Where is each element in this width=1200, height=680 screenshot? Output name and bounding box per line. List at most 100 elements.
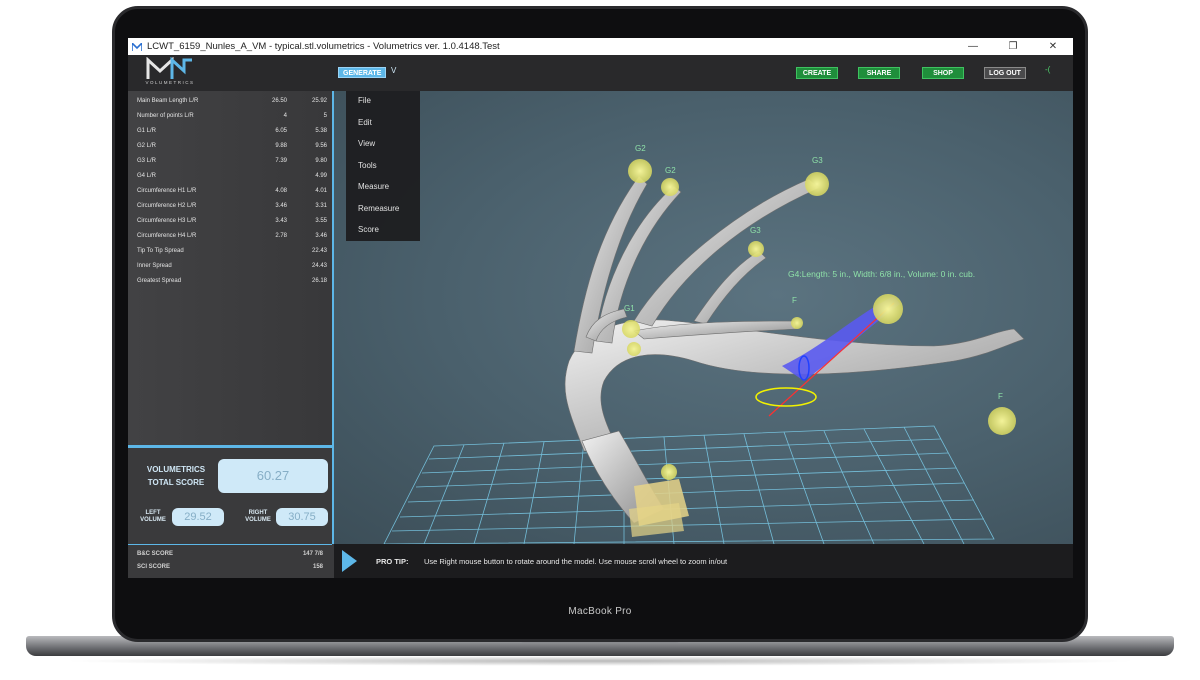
measurement-left: 7.39 (275, 158, 287, 164)
measurement-left: 6.05 (275, 128, 287, 134)
measurements-panel: Main Beam Length L/R 26.50 25.92 Number … (128, 91, 332, 446)
right-volume-label: RIGHT VOLUME (242, 510, 274, 524)
laptop-frame: MacBook Pro LCWT_6159_Nunles_A_VM - typi… (0, 0, 1200, 680)
menu-item-file[interactable]: File (358, 96, 371, 105)
close-icon[interactable]: ✕ (1033, 38, 1073, 55)
measurement-row: Circumference H1 L/R 4.08 4.01 (137, 184, 327, 199)
create-button[interactable]: CREATE (796, 67, 838, 79)
measurement-right: 3.46 (315, 233, 327, 239)
right-volume-value: 30.75 (276, 508, 328, 526)
measurement-row: G2 L/R 9.88 9.56 (137, 139, 327, 154)
pro-tip-bar: PRO TIP: Use Right mouse button to rotat… (334, 544, 1073, 578)
total-score-title-line1: VOLUMETRICS (146, 465, 206, 474)
measurement-row: Circumference H2 L/R 3.46 3.31 (137, 199, 327, 214)
point-label-f1: F (792, 296, 797, 305)
point-label-g2a: G2 (635, 144, 646, 153)
spread-label: Inner Spread (137, 263, 172, 269)
point-label-f2: F (998, 392, 1003, 401)
measurement-left: 3.43 (275, 218, 287, 224)
measurement-left: 2.78 (275, 233, 287, 239)
other-score-value: 147 7/8 (302, 551, 323, 557)
device-brand-label: MacBook Pro (568, 606, 632, 617)
menu-item-view[interactable]: View (358, 139, 375, 148)
generate-button[interactable]: GENERATE (338, 67, 387, 78)
measurement-right: 25.92 (311, 98, 327, 104)
restore-icon[interactable]: ❐ (993, 38, 1033, 55)
measurement-right: 4.99 (315, 173, 327, 179)
measurement-right: 5 (323, 113, 327, 119)
score-panel: VOLUMETRICS TOTAL SCORE 60.27 LEFT VOLUM… (128, 449, 332, 544)
measurement-label: Circumference H2 L/R (137, 203, 197, 209)
measurement-label: Main Beam Length L/R (137, 98, 199, 104)
left-volume-label: LEFT VOLUME (138, 510, 168, 524)
spread-label: Tip To Tip Spread (137, 248, 184, 254)
left-volume-value: 29.52 (172, 508, 224, 526)
app-toolbar: VOLUMETRICS GENERATE V CREATE SHARE SHOP… (128, 55, 1073, 91)
measurement-row: G1 L/R 6.05 5.38 (137, 124, 327, 139)
point-label-g2b: G2 (665, 166, 676, 175)
other-score-row: B&C SCORE 147 7/8 (137, 551, 323, 557)
spread-value: 24.43 (311, 263, 327, 269)
point-label-g3b: G3 (750, 226, 761, 235)
share-button[interactable]: SHARE (858, 67, 900, 79)
left-volume-label-line2: VOLUME (140, 517, 166, 523)
measurement-label: G3 L/R (137, 158, 157, 164)
other-scores-panel: B&C SCORE 147 7/8 SCI SCORE 158 (128, 544, 332, 578)
pro-tip-label: PRO TIP: (376, 557, 409, 566)
other-score-label: SCI SCORE (137, 564, 171, 570)
minimize-icon[interactable]: — (953, 38, 993, 55)
chevron-down-icon[interactable]: V (391, 66, 396, 75)
menu-item-remeasure[interactable]: Remeasure (358, 204, 399, 213)
measurement-row: G4 L/R 4.99 (137, 169, 327, 184)
logout-button[interactable]: LOG OUT (984, 67, 1026, 79)
menu-item-tools[interactable]: Tools (358, 161, 377, 170)
measurement-label: G4 L/R (137, 173, 157, 179)
point-label-g3a: G3 (812, 156, 823, 165)
3d-viewport[interactable]: G2 G2 G3 G3 G1 F F G4:Length: 5 in., Wid… (334, 91, 1073, 544)
screen-bezel-bottom (128, 578, 1073, 598)
spread-row: Inner Spread 24.43 (137, 259, 327, 274)
laptop-shadow (60, 656, 1140, 666)
point-label-g1: G1 (624, 304, 635, 313)
spread-label: Greatest Spread (137, 278, 182, 284)
measurement-row: Number of points L/R 4 5 (137, 109, 327, 124)
window-title: LCWT_6159_Nunles_A_VM - typical.stl.volu… (147, 41, 500, 52)
left-volume-label-line1: LEFT (145, 510, 161, 516)
spread-value: 26.18 (311, 278, 327, 284)
menu-item-score[interactable]: Score (358, 225, 379, 234)
app-screen: LCWT_6159_Nunles_A_VM - typical.stl.volu… (128, 38, 1073, 598)
menu-item-edit[interactable]: Edit (358, 118, 372, 127)
score-divider (128, 445, 332, 448)
menu-item-measure[interactable]: Measure (358, 182, 389, 191)
point-markers[interactable] (622, 159, 1016, 480)
measurement-label: Circumference H1 L/R (137, 188, 197, 194)
status-mark: -( (1045, 65, 1051, 74)
window-titlebar: LCWT_6159_Nunles_A_VM - typical.stl.volu… (128, 38, 1073, 55)
measurement-row: Circumference H4 L/R 2.78 3.46 (137, 229, 327, 244)
measurement-right: 9.80 (315, 158, 327, 164)
measurement-left: 26.50 (271, 98, 287, 104)
spread-value: 22.43 (311, 248, 327, 254)
measurement-left: 9.88 (275, 143, 287, 149)
right-volume-label-line2: VOLUME (245, 517, 271, 523)
total-score-title: VOLUMETRICS TOTAL SCORE (144, 463, 208, 489)
shop-button[interactable]: SHOP (922, 67, 964, 79)
other-score-label: B&C SCORE (137, 551, 174, 557)
measurement-left: 4 (283, 113, 287, 119)
floor-grid (383, 425, 995, 544)
measurement-row: G3 L/R 7.39 9.80 (137, 154, 327, 169)
total-score-title-line2: TOTAL SCORE (147, 478, 205, 487)
antler-model-render[interactable]: G2 G2 G3 G3 G1 F F G4:Length: 5 in., Wid… (334, 91, 1073, 544)
right-volume-label-line1: RIGHT (248, 510, 268, 516)
other-score-value: 158 (312, 564, 323, 570)
measurement-label: Number of points L/R (137, 113, 194, 119)
measurement-right: 4.01 (315, 188, 327, 194)
measurement-right: 5.38 (315, 128, 327, 134)
base-plates (629, 479, 689, 537)
measurement-label: G1 L/R (137, 128, 157, 134)
other-score-row: SCI SCORE 158 (137, 564, 323, 570)
play-icon[interactable] (342, 550, 357, 572)
measurement-readout: G4:Length: 5 in., Width: 6/8 in., Volume… (788, 269, 975, 279)
spread-row: Tip To Tip Spread 22.43 (137, 244, 327, 259)
measurement-right: 3.31 (315, 203, 327, 209)
